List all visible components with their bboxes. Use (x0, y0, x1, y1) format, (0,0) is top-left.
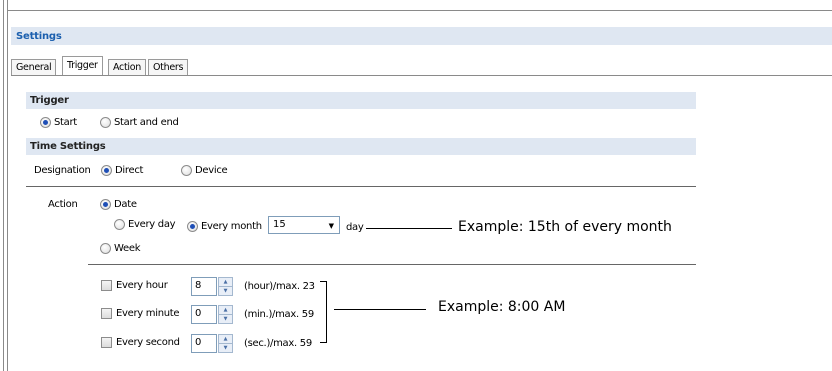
chevron-down-icon: ▼ (328, 222, 334, 230)
action-date-label: Date (114, 199, 137, 210)
day-select-value: 15 (273, 219, 286, 230)
action-label: Action (48, 199, 78, 210)
every-second-label: Every second (116, 337, 180, 348)
spin-down-icon[interactable]: ▼ (219, 287, 232, 296)
designation-direct-radio[interactable] (101, 165, 112, 176)
designation-direct-label: Direct (115, 165, 144, 176)
every-hour-label: Every hour (116, 280, 168, 291)
trigger-section-header: Trigger (26, 92, 696, 109)
spin-up-icon[interactable]: ▲ (219, 306, 232, 315)
every-month-radio[interactable] (187, 221, 198, 232)
settings-header: Settings (11, 27, 832, 45)
trigger-start-radio[interactable] (40, 117, 51, 128)
tab-others[interactable]: Others (148, 59, 189, 75)
time-settings-section-header: Time Settings (26, 138, 696, 155)
time-example-leader-line (334, 309, 426, 310)
action-divider (88, 264, 696, 265)
hour-max-label: (hour)/max. 23 (244, 281, 315, 292)
hour-spinner[interactable]: ▲ ▼ (218, 277, 233, 296)
tab-trigger[interactable]: Trigger (62, 56, 103, 75)
minute-input[interactable]: 0 (191, 305, 217, 324)
spin-down-icon[interactable]: ▼ (219, 315, 232, 324)
tab-general[interactable]: General (11, 59, 57, 75)
every-minute-checkbox[interactable] (101, 308, 112, 319)
every-second-checkbox[interactable] (101, 337, 112, 348)
every-day-label: Every day (128, 219, 176, 230)
month-example-annotation: Example: 15th of every month (458, 219, 672, 235)
hour-input[interactable]: 8 (191, 277, 217, 296)
month-example-leader-line (366, 228, 452, 229)
minute-spinner[interactable]: ▲ ▼ (218, 305, 233, 324)
trigger-start-end-label: Start and end (114, 117, 179, 128)
trigger-start-label: Start (54, 117, 77, 128)
trigger-start-end-radio[interactable] (100, 117, 111, 128)
window-border-left (3, 0, 4, 371)
window-border-left-inner (7, 0, 8, 371)
tab-strip-baseline (11, 75, 832, 76)
designation-device-label: Device (195, 165, 228, 176)
action-date-radio[interactable] (100, 199, 111, 210)
second-spinner[interactable]: ▲ ▼ (218, 334, 233, 353)
spin-up-icon[interactable]: ▲ (219, 278, 232, 287)
spin-down-icon[interactable]: ▼ (219, 344, 232, 353)
tab-action[interactable]: Action (108, 59, 146, 75)
second-input[interactable]: 0 (191, 334, 217, 353)
every-minute-label: Every minute (116, 308, 180, 319)
day-select[interactable]: 15 ▼ (268, 216, 340, 234)
designation-device-radio[interactable] (181, 165, 192, 176)
window-border-top (7, 10, 832, 11)
spin-up-icon[interactable]: ▲ (219, 335, 232, 344)
time-example-annotation: Example: 8:00 AM (438, 299, 566, 315)
minute-max-label: (min.)/max. 59 (244, 309, 314, 320)
bracket-spine (326, 281, 327, 343)
bracket-bottom (320, 342, 326, 343)
action-week-label: Week (114, 243, 141, 254)
action-week-radio[interactable] (100, 243, 111, 254)
every-day-radio[interactable] (114, 219, 125, 230)
day-suffix-label: day (346, 222, 364, 233)
designation-label: Designation (34, 165, 91, 176)
designation-divider (26, 186, 696, 187)
second-max-label: (sec.)/max. 59 (244, 338, 312, 349)
every-month-label: Every month (201, 221, 262, 232)
every-hour-checkbox[interactable] (101, 280, 112, 291)
